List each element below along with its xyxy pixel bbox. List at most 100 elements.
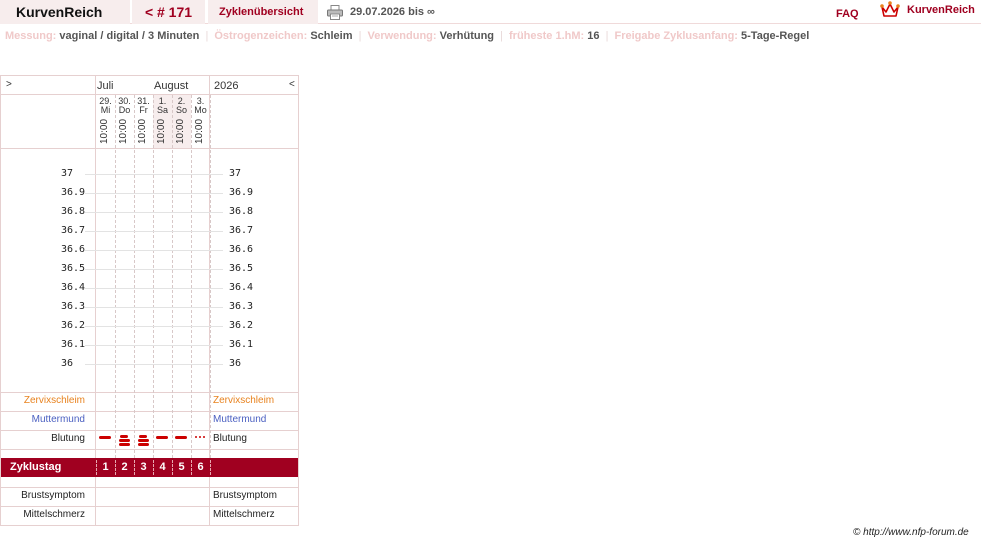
temperature-tick-left: 36.4 xyxy=(61,282,86,293)
day-name: Mi xyxy=(100,105,111,115)
temperature-tick-right: 36.3 xyxy=(229,301,254,312)
row-divider xyxy=(1,449,298,450)
temperature-tick-left: 36.7 xyxy=(61,225,86,236)
nav-prev-button[interactable]: > xyxy=(6,79,12,90)
temperature-tick-right: 36.4 xyxy=(229,282,254,293)
day-column[interactable]: 29. Mi 10:00 xyxy=(96,95,115,148)
mittel-label-right: Mittelschmerz xyxy=(213,509,275,520)
freigabe-value: 5-Tage-Regel xyxy=(741,30,810,42)
day-divider xyxy=(191,95,192,458)
day-divider xyxy=(153,95,154,458)
blutung-label-left: Blutung xyxy=(51,433,85,444)
day-name: Fr xyxy=(139,105,148,115)
row-divider xyxy=(1,506,298,507)
messung-label: Messung: xyxy=(5,30,57,42)
zervix-label-right: Zervixschleim xyxy=(213,395,275,406)
hm-value: 16 xyxy=(587,30,600,42)
cycle-day-label: Zyklustag xyxy=(10,461,62,473)
oestrogen-label: Östrogenzeichen: xyxy=(214,30,308,42)
temperature-tick-left: 36.3 xyxy=(61,301,86,312)
temperature-gridline xyxy=(85,250,223,251)
month-label-july: Juli xyxy=(97,80,114,92)
temperature-chart: > < Juli August 2026 29. Mi 10:00 30. Do 10:0… xyxy=(0,75,299,526)
cycle-day-number: 6 xyxy=(197,461,204,473)
temperature-gridline xyxy=(85,231,223,232)
temperature-gridline xyxy=(85,345,223,346)
top-bar: KurvenReich < # 171 Zyklenübersicht 29.0… xyxy=(0,0,981,24)
brust-label-left: Brustsymptom xyxy=(21,490,85,501)
measure-time: 10:00 xyxy=(156,118,167,144)
muttermund-label-left: Muttermund xyxy=(31,414,85,425)
date-range: 29.07.2026 bis ∞ xyxy=(350,6,435,18)
cycle-day-number: 3 xyxy=(140,461,147,473)
zervix-label-left: Zervixschleim xyxy=(23,395,85,406)
row-divider xyxy=(1,148,298,149)
day-name: Mo xyxy=(194,105,207,115)
measure-time: 10:00 xyxy=(175,118,186,144)
year-label: 2026 xyxy=(214,80,239,92)
day-name: Sa xyxy=(156,105,168,115)
logo-text: KurvenReich xyxy=(907,4,975,16)
temperature-tick-left: 36.2 xyxy=(61,320,86,331)
cycle-settings-line: Messung: vaginal / digital / 3 Minuten |… xyxy=(5,30,809,42)
brand-tab[interactable]: KurvenReich xyxy=(0,0,130,24)
day-divider xyxy=(210,95,211,458)
temperature-tick-left: 37 xyxy=(61,168,74,179)
measure-time: 10:00 xyxy=(99,118,110,144)
temperature-tick-left: 36.6 xyxy=(61,244,86,255)
temperature-tick-right: 36 xyxy=(229,358,242,369)
temperature-gridline xyxy=(85,212,223,213)
messung-value: vaginal / digital / 3 Minuten xyxy=(59,30,200,42)
temperature-tick-left: 36.5 xyxy=(61,263,86,274)
nav-next-button[interactable]: < xyxy=(289,79,295,90)
muttermund-label-right: Muttermund xyxy=(213,414,267,425)
oestrogen-value: Schleim xyxy=(310,30,353,42)
cycle-day-separator xyxy=(210,460,211,475)
cycle-day-number: 2 xyxy=(121,461,128,473)
row-divider xyxy=(1,392,298,393)
day-divider xyxy=(134,95,135,458)
verwendung-value: Verhütung xyxy=(439,30,495,42)
copyright-footer: © http://www.nfp-forum.de xyxy=(853,527,969,538)
temperature-tick-right: 36.5 xyxy=(229,263,254,274)
cycle-number-tab[interactable]: < # 171 xyxy=(132,0,205,24)
printer-icon[interactable] xyxy=(327,5,343,20)
cycle-day-row: Zyklustag 123456 xyxy=(1,458,298,477)
temperature-tick-right: 36.2 xyxy=(229,320,254,331)
faq-link[interactable]: FAQ xyxy=(836,2,859,26)
day-name: Do xyxy=(118,105,131,115)
cycle-day-number: 5 xyxy=(178,461,185,473)
cycle-overview-tab[interactable]: Zyklenübersicht xyxy=(208,0,318,24)
temperature-gridline xyxy=(85,174,223,175)
temperature-tick-right: 36.1 xyxy=(229,339,254,350)
temperature-tick-right: 36.7 xyxy=(229,225,254,236)
row-divider xyxy=(1,430,298,431)
measure-time: 10:00 xyxy=(137,118,148,144)
temperature-gridline xyxy=(85,193,223,194)
row-divider xyxy=(1,487,298,488)
temperature-tick-left: 36 xyxy=(61,358,74,369)
freigabe-label: Freigabe Zyklusanfang: xyxy=(614,30,738,42)
day-divider xyxy=(172,95,173,458)
temperature-tick-right: 36.9 xyxy=(229,187,254,198)
separator: | xyxy=(205,30,209,42)
day-column[interactable]: 2. So 10:00 xyxy=(172,95,191,148)
temperature-gridline xyxy=(85,288,223,289)
day-column[interactable]: 30. Do 10:00 xyxy=(115,95,134,148)
brust-label-right: Brustsymptom xyxy=(213,490,277,501)
temperature-tick-right: 36.6 xyxy=(229,244,254,255)
temperature-tick-right: 36.8 xyxy=(229,206,254,217)
temperature-tick-right: 37 xyxy=(229,168,242,179)
crown-logo-icon xyxy=(880,1,900,17)
temperature-tick-left: 36.9 xyxy=(61,187,86,198)
temperature-tick-left: 36.1 xyxy=(61,339,86,350)
day-column[interactable]: 1. Sa 10:00 xyxy=(153,95,172,148)
measure-time: 10:00 xyxy=(118,118,129,144)
day-divider xyxy=(115,95,116,458)
temperature-gridline xyxy=(85,269,223,270)
day-column[interactable]: 31. Fr 10:00 xyxy=(134,95,153,148)
day-column[interactable]: 3. Mo 10:00 xyxy=(191,95,210,148)
row-divider xyxy=(1,411,298,412)
temperature-gridline xyxy=(85,364,223,365)
hm-label: früheste 1.hM: xyxy=(509,30,585,42)
